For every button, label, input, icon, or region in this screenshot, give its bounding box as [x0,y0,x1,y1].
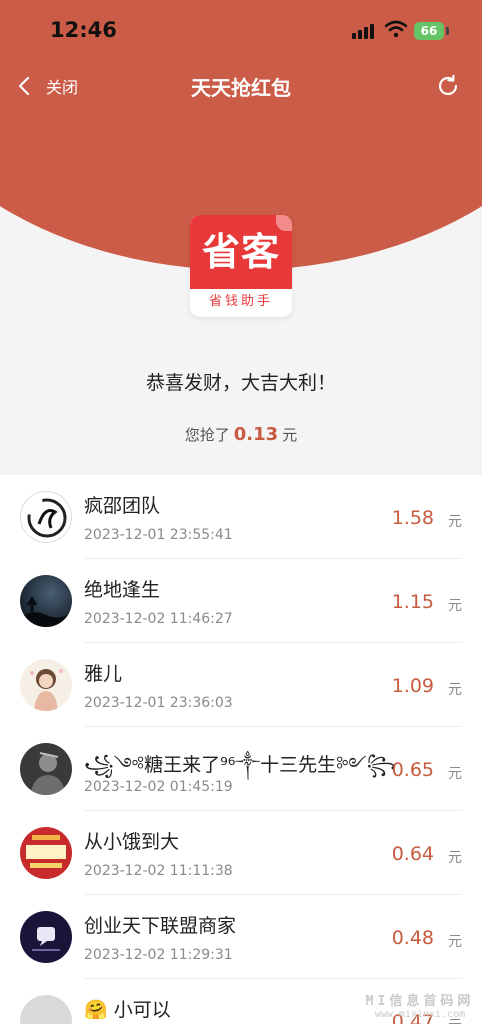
grab-time: 2023-12-02 01:45:19 [84,779,233,795]
page-title: 天天抢红包 [191,76,291,100]
battery-tip [446,27,449,35]
person-photo-icon [30,752,66,795]
nav-bar: 关闭 天天抢红包 [0,62,482,110]
avatar [20,575,72,627]
amount-unit: 元 [448,850,462,866]
battery-level: 66 [420,24,438,38]
records-list: 疯邵团队 2023-12-01 23:55:41 1.58 元 绝地逢生 202… [0,475,482,1024]
grab-amount: 0.65 [391,759,434,781]
list-item[interactable]: 疯邵团队 2023-12-01 23:55:41 1.58 元 [0,475,482,559]
recruit-poster-icon [26,835,66,868]
list-item[interactable]: 绝地逢生 2023-12-02 11:46:27 1.15 元 [0,559,482,643]
list-item[interactable]: 从小饿到大 2023-12-02 11:11:38 0.64 元 [0,811,482,895]
greeting-text: 恭喜发财，大吉大利！ [145,372,336,394]
grab-time: 2023-12-02 11:11:38 [84,863,233,879]
grab-amount: 1.15 [391,591,434,613]
grab-time: 2023-12-02 11:29:31 [84,947,233,963]
app-logo: 省客 省钱助手 [190,215,292,317]
signal-icon [352,23,378,39]
chat-bubble-icon [32,927,60,951]
grabbed-summary: 您抢了 0.13 元 [0,424,482,445]
grabbed-unit: 元 [282,426,298,444]
sender-name: 疯邵团队 [84,495,161,517]
red-packet-page: 12:46 66 关闭 天天抢红包 省客 省钱助手 恭喜发财，大吉大利！ 您抢了… [0,0,482,1024]
amount-unit: 元 [448,514,462,530]
sender-name: 🤗 小可以 [84,999,171,1021]
sender-name: 雅儿 [84,663,123,685]
amount-unit: 元 [448,766,462,782]
avatar [20,827,72,879]
grab-time: 2023-12-01 23:36:03 [84,695,233,711]
amount-unit: 元 [448,598,462,614]
list-item[interactable]: ꧁༺糖王来了⁹⁶༒十三先生༻꧂ 2023-12-02 01:45:19 0.65… [0,727,482,811]
grab-time: 2023-12-02 11:46:27 [84,611,233,627]
watermark-title: MI信息首码网 [365,994,475,1009]
ink-logo-icon [27,498,67,538]
sender-name: 绝地逢生 [84,579,161,601]
status-bar: 12:46 66 [0,0,482,60]
list-item[interactable]: 雅儿 2023-12-01 23:36:03 1.09 元 [0,643,482,727]
refresh-icon[interactable] [436,74,460,98]
grabbed-amount: 0.13 [233,424,279,445]
grab-amount: 0.48 [391,927,434,949]
avatar [20,911,72,963]
sender-name: 创业天下联盟商家 [84,915,237,937]
grabbed-prefix: 您抢了 [184,426,230,444]
battery-icon: 66 [414,22,444,40]
site-watermark: MI信息首码网 www.mixinxi.com [364,990,476,1020]
avatar [20,995,72,1024]
grab-amount: 0.64 [391,843,434,865]
logo-sub-text: 省钱助手 [208,294,273,309]
amount-unit: 元 [448,682,462,698]
status-time: 12:46 [50,18,117,42]
grab-amount: 1.58 [391,507,434,529]
avatar [20,659,72,711]
girl-illustration-icon [30,669,63,711]
watermark-url: www.mixinxi.com [374,1009,466,1020]
amount-unit: 元 [448,934,462,950]
avatar [20,743,72,795]
night-tree-icon [20,596,72,627]
avatar [20,491,72,543]
list-item[interactable]: 创业天下联盟商家 2023-12-02 11:29:31 0.48 元 [0,895,482,979]
grab-time: 2023-12-01 23:55:41 [84,527,233,543]
grab-amount: 1.09 [391,675,434,697]
wifi-icon [385,20,407,38]
sender-name: 从小饿到大 [84,831,180,853]
